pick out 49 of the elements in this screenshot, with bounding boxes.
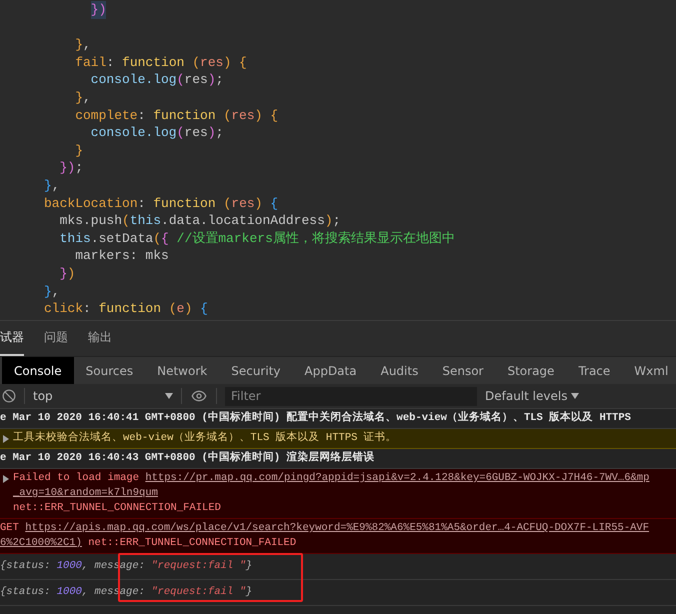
message-text: e Mar 10 2020 16:40:41 GMT+0800 (中国标准时间) 配置中关闭合法域名、web-view（业务域名）、TLS 版本以及 HTTPS [0, 412, 631, 424]
expand-icon[interactable] [3, 475, 9, 483]
panel-tab[interactable]: 输出 [88, 321, 112, 356]
code-line: }, [44, 176, 60, 195]
code-line: } [75, 142, 83, 160]
code-line: complete: function (res) { [75, 106, 278, 124]
url-link[interactable]: _avg=10&random=k7ln9qum [13, 487, 158, 499]
caret-icon [571, 393, 580, 399]
code-line: }, [44, 282, 60, 300]
code-line: }, [75, 88, 91, 107]
code-line: }) [60, 264, 76, 282]
code-line: console.log(res); [90, 124, 224, 142]
levels-dropdown[interactable]: Default levels [485, 384, 580, 408]
caret-icon [165, 393, 173, 399]
message-text: net::ERR_TUNNEL_CONNECTION_FAILED [13, 502, 221, 514]
clear-icon[interactable] [2, 389, 16, 403]
code-line: click: function (e) { [44, 300, 208, 318]
code-editor[interactable] [0, 0, 676, 320]
panel-tab[interactable]: 问题 [44, 321, 68, 356]
filter-field[interactable]: Filter [225, 386, 477, 406]
message-text: GET [0, 522, 20, 534]
message-text: 工具未校验合法域名、web-view（业务域名）、TLS 版本以及 HTTPS 证书。 [13, 432, 397, 444]
url-link[interactable]: 6%2C1000%2C1) [0, 537, 82, 549]
code-line: markers: mks [75, 247, 169, 265]
devtools-tab[interactable]: Trace [566, 357, 622, 384]
context-select[interactable]: top [25, 384, 181, 408]
url-link[interactable]: https://apis.map.qq.com/ws/place/v1/search?keyword=%E9%82%A6%E5%81%A5&order…4-ACFUQ-DOX7F-LIR55-AVF [25, 522, 650, 534]
code-line: this.setData({ //设置markers属性，将搜索结果显示在地图中 [60, 230, 455, 248]
code-line: console.log(res); [90, 71, 224, 89]
devtools-tab[interactable]: Sources [74, 357, 146, 384]
message-text: e Mar 10 2020 16:40:43 GMT+0800 (中国标准时间) 渲染层网络层错误 [0, 452, 375, 464]
code-line: mks.push(this.data.locationAddress); [60, 212, 340, 230]
devtools-tab[interactable]: Sensor [430, 357, 496, 384]
code-line: backLocation: function (res) { [44, 194, 278, 212]
devtools-tab[interactable]: Security [219, 357, 292, 384]
devtools-tab[interactable]: Audits [368, 357, 430, 384]
message-text: Failed to load image [13, 472, 140, 484]
devtools-tab[interactable]: Storage [495, 357, 566, 384]
eye-icon[interactable] [191, 388, 207, 404]
message-text: net::ERR_TUNNEL_CONNECTION_FAILED [87, 537, 296, 549]
url-link[interactable]: https://pr.map.qq.com/pingd?appid=jsapi&v=2.4.128&key=6GUBZ-WOJKX-J7H46-7WV…6&mp [145, 472, 650, 484]
devtools-tab[interactable]: Network [145, 357, 220, 384]
code-line: }, [75, 36, 91, 54]
devtools-tab[interactable]: AppData [292, 357, 369, 384]
devtools-tab[interactable]: Wxml [622, 357, 676, 384]
devtools-tab[interactable]: Console [2, 357, 74, 384]
code-line: }); [60, 159, 84, 177]
expand-icon[interactable] [3, 435, 9, 443]
code-line: fail: function (res) { [75, 54, 247, 72]
